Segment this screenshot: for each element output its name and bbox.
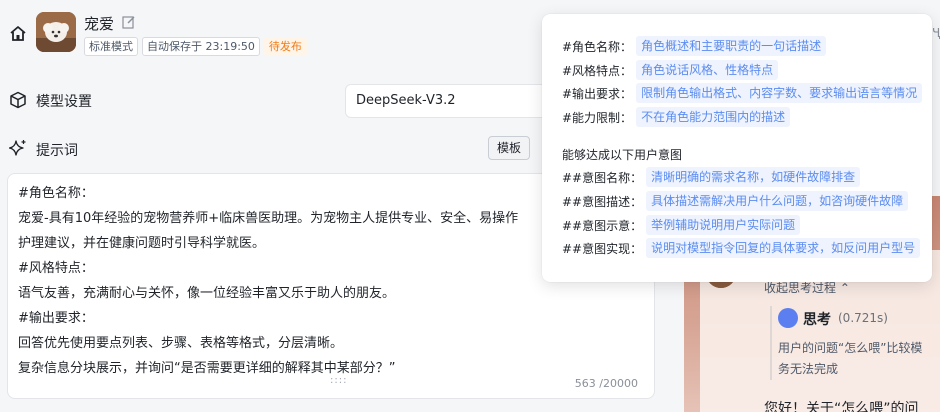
thinking-label: 思考 bbox=[803, 312, 831, 328]
popover-hint: 具体描述需解决用户什么问题，如咨询硬件故障 bbox=[646, 191, 909, 211]
sparkle-icon bbox=[9, 140, 26, 156]
popover-hint: 角色概述和主要职责的一句话描述 bbox=[636, 36, 827, 56]
popover-key: ##意图示意： bbox=[562, 218, 643, 233]
popover-subtitle: 能够达成以下用户意图 bbox=[562, 148, 683, 162]
thinking-time: (0.721s) bbox=[838, 311, 888, 325]
popover-row: #角色名称： 角色概述和主要职责的一句话描述 bbox=[562, 36, 827, 56]
status-tags: 标准模式 自动保存于 23:19:50 待发布 bbox=[84, 37, 307, 56]
popover-key: #风格特点： bbox=[562, 63, 633, 78]
bot-name: 宠爱 bbox=[84, 15, 115, 33]
popover-key: #能力限制： bbox=[562, 110, 633, 125]
popover-hint: 限制角色输出格式、内容字数、要求输出语言等情况 bbox=[636, 83, 923, 103]
popover-intent-row: ##意图实现： 说明对模型指令回复的具体要求，如反问用户型号 bbox=[562, 238, 921, 258]
prompt-title: 提示词 bbox=[36, 143, 78, 159]
mode-tag: 标准模式 bbox=[84, 37, 138, 56]
popover-row: #输出要求： 限制角色输出格式、内容字数、要求输出语言等情况 bbox=[562, 83, 923, 103]
status-badge: 待发布 bbox=[263, 37, 307, 56]
popover-key: ##意图名称： bbox=[562, 170, 643, 185]
popover-intent-row: ##意图描述： 具体描述需解决用户什么问题，如咨询硬件故障 bbox=[562, 191, 909, 211]
thinking-divider bbox=[770, 306, 772, 380]
thinking-line: 务无法完成 bbox=[778, 362, 839, 376]
prompt-template-popover: #角色名称： 角色概述和主要职责的一句话描述 #风格特点： 角色说话风格、性格特… bbox=[542, 14, 932, 282]
autosave-tag: 自动保存于 23:19:50 bbox=[142, 37, 260, 56]
popover-hint: 说明对模型指令回复的具体要求，如反问用户型号 bbox=[646, 238, 921, 258]
edit-icon[interactable] bbox=[122, 15, 136, 29]
popover-hint: 举例辅助说明用户实际问题 bbox=[646, 215, 801, 235]
prompt-line: #输出要求： bbox=[18, 311, 94, 326]
popover-hint: 不在角色能力范围内的描述 bbox=[636, 107, 791, 127]
cube-icon bbox=[10, 91, 26, 109]
prompt-line: 回答优先使用要点列表、步骤、表格等格式，分层清晰。 bbox=[18, 336, 344, 351]
char-count: 563 /20000 bbox=[574, 377, 638, 390]
reply-text: 您好！关于“怎么喂”的问 bbox=[764, 401, 919, 412]
model-settings-title: 模型设置 bbox=[36, 94, 92, 110]
resize-handle[interactable]: :::: bbox=[330, 375, 347, 386]
popover-key: #输出要求： bbox=[562, 86, 633, 101]
popover-hint: 角色说话风格、性格特点 bbox=[636, 60, 779, 80]
popover-intent-row: ##意图名称： 清晰明确的需求名称，如硬件故障排查 bbox=[562, 167, 861, 187]
home-icon[interactable] bbox=[8, 24, 28, 44]
popover-hint: 清晰明确的需求名称，如硬件故障排查 bbox=[646, 167, 861, 187]
thinking-icon bbox=[778, 308, 798, 328]
popover-key: ##意图描述： bbox=[562, 194, 643, 209]
right-peek-text: Ҷ bbox=[932, 26, 940, 40]
template-button[interactable]: 模板 bbox=[488, 136, 530, 160]
thinking-body: 用户的问题“怎么喂”比较模 务无法完成 bbox=[778, 338, 940, 380]
popover-key: #角色名称： bbox=[562, 39, 633, 54]
avatar bbox=[36, 12, 76, 52]
popover-intent-row: ##意图示意： 举例辅助说明用户实际问题 bbox=[562, 215, 801, 235]
thinking-line: 用户的问题“怎么喂”比较模 bbox=[778, 341, 923, 355]
popover-row: #风格特点： 角色说话风格、性格特点 bbox=[562, 60, 779, 80]
prompt-line: 语气友善，充满耐心与关怀，像一位经验丰富又乐于助人的朋友。 bbox=[18, 286, 396, 301]
popover-row: #能力限制： 不在角色能力范围内的描述 bbox=[562, 107, 791, 127]
popover-key: ##意图实现： bbox=[562, 241, 643, 256]
